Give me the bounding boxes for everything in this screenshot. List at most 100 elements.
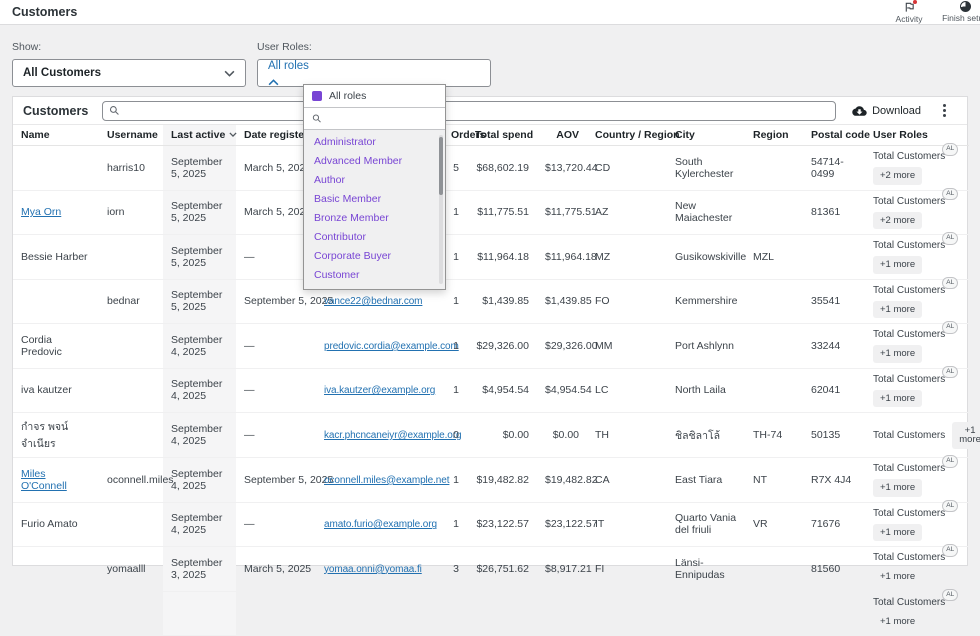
more-roles-button[interactable]: +1 more bbox=[873, 613, 922, 631]
role-option-customer[interactable]: Customer bbox=[304, 266, 445, 285]
cell-city: Quarto Vania del friuli bbox=[667, 502, 745, 547]
cell-region bbox=[745, 591, 803, 636]
cell-city: New Maiachester bbox=[667, 190, 745, 235]
cell-last-active: September 4, 2025 bbox=[163, 458, 236, 503]
role-option-contributor[interactable]: Contributor bbox=[304, 228, 445, 247]
cell-username: yomaalll bbox=[99, 547, 163, 592]
cell-email: kacr.phcncaneiyr@example.org bbox=[316, 413, 443, 458]
roles-search-input[interactable] bbox=[327, 113, 437, 124]
col-header-country[interactable]: Country / Region bbox=[587, 125, 667, 146]
role-option-author[interactable]: Author bbox=[304, 171, 445, 190]
cell-region: TH-74 bbox=[745, 413, 803, 458]
table-row: Bessie Harber September 5, 2025 — 1 $11,… bbox=[13, 235, 969, 280]
col-header-name[interactable]: Name bbox=[13, 125, 99, 146]
table-row: Total CustomersAL+1 more bbox=[13, 591, 969, 636]
role-option-administrator[interactable]: Administrator bbox=[304, 133, 445, 152]
customer-name-link[interactable]: Mya Orn bbox=[21, 206, 61, 218]
show-select[interactable]: All Customers bbox=[12, 59, 246, 87]
cell-city: South Kylerchester bbox=[667, 146, 745, 191]
email-link[interactable]: iva.kautzer@example.org bbox=[324, 385, 435, 396]
col-header-orders[interactable]: Orders bbox=[443, 125, 467, 146]
table-row: yomaalll September 3, 2025 March 5, 2025… bbox=[13, 547, 969, 592]
email-link[interactable]: vance22@bednar.com bbox=[324, 296, 422, 307]
more-roles-button[interactable]: +1 more bbox=[873, 568, 922, 586]
role-option-advanced-member[interactable]: Advanced Member bbox=[304, 152, 445, 171]
customers-card: Customers Download Name Username Last ac… bbox=[12, 96, 968, 566]
email-link[interactable]: predovic.cordia@example.com bbox=[324, 341, 459, 352]
customers-search-input[interactable] bbox=[125, 105, 829, 117]
more-roles-button[interactable]: +1 more bbox=[873, 256, 922, 274]
cell-region bbox=[745, 190, 803, 235]
col-header-username[interactable]: Username bbox=[99, 125, 163, 146]
col-header-aov[interactable]: AOV bbox=[537, 125, 587, 146]
cell-name: กำจร พจน์จำเนียร bbox=[13, 413, 99, 458]
cell-country: FI bbox=[587, 547, 667, 592]
cell-country: TH bbox=[587, 413, 667, 458]
email-link[interactable]: oconnell.miles@example.net bbox=[324, 475, 449, 486]
scrollbar-thumb[interactable] bbox=[439, 137, 443, 195]
cell-postal-code: 35541 bbox=[803, 279, 865, 324]
more-roles-button[interactable]: +1 more bbox=[952, 422, 980, 449]
role-count-badge: AL bbox=[942, 500, 958, 513]
table-row: Furio Amato September 4, 2025 — amato.fu… bbox=[13, 502, 969, 547]
cell-username bbox=[99, 324, 163, 369]
cell-name bbox=[13, 547, 99, 592]
more-roles-button[interactable]: +1 more bbox=[873, 390, 922, 408]
all-roles-option[interactable]: All roles bbox=[304, 85, 445, 108]
cell-total-spend: $11,775.51 bbox=[467, 190, 537, 235]
role-count-badge: AL bbox=[942, 589, 958, 602]
cell-username bbox=[99, 368, 163, 413]
download-button[interactable]: Download bbox=[852, 105, 921, 117]
user-roles-select[interactable]: All roles bbox=[257, 59, 491, 87]
role-option-bronze-member[interactable]: Bronze Member bbox=[304, 209, 445, 228]
cell-total-spend: $19,482.82 bbox=[467, 458, 537, 503]
col-header-total-spend[interactable]: Total spend bbox=[467, 125, 537, 146]
more-roles-button[interactable]: +1 more bbox=[873, 524, 922, 542]
notification-dot-icon bbox=[913, 0, 917, 4]
cell-user-roles: Total CustomersAL+1 more bbox=[865, 324, 969, 369]
checkbox-checked-icon[interactable] bbox=[312, 91, 322, 101]
topbar: Customers Activity Finish setup bbox=[0, 0, 980, 25]
role-option-corporate-buyer[interactable]: Corporate Buyer bbox=[304, 247, 445, 266]
cell-user-roles: Total CustomersAL+1 more bbox=[865, 591, 969, 636]
cell-region: NT bbox=[745, 458, 803, 503]
col-header-postal-code[interactable]: Postal code bbox=[803, 125, 865, 146]
cell-last-active: September 4, 2025 bbox=[163, 413, 236, 458]
more-roles-button[interactable]: +1 more bbox=[873, 479, 922, 497]
cell-user-roles: Total CustomersAL+1 more bbox=[865, 235, 969, 280]
col-header-last-active[interactable]: Last active bbox=[163, 125, 236, 146]
user-roles-filter-label: User Roles: bbox=[257, 41, 491, 53]
customers-table: Name Username Last active Date registere… bbox=[13, 125, 969, 636]
role-option-basic-member[interactable]: Basic Member bbox=[304, 190, 445, 209]
col-header-city[interactable]: City bbox=[667, 125, 745, 146]
user-roles-filter: User Roles: All roles bbox=[257, 41, 491, 87]
cell-user-roles: Total CustomersAL+2 more bbox=[865, 146, 969, 191]
finish-setup-button[interactable]: Finish setup bbox=[942, 1, 980, 24]
cell-last-active: September 4, 2025 bbox=[163, 502, 236, 547]
more-roles-button[interactable]: +1 more bbox=[873, 301, 922, 319]
customer-name-link[interactable]: Miles O'Connell bbox=[21, 468, 67, 492]
sort-desc-icon bbox=[229, 132, 237, 137]
email-link[interactable]: yomaa.onni@yomaa.fi bbox=[324, 564, 422, 575]
cell-user-roles: Total CustomersAL+1 more bbox=[865, 458, 969, 503]
more-roles-button[interactable]: +2 more bbox=[873, 167, 922, 185]
cell-postal-code: 81560 bbox=[803, 547, 865, 592]
col-header-region[interactable]: Region bbox=[745, 125, 803, 146]
email-link[interactable]: kacr.phcncaneiyr@example.org bbox=[324, 430, 461, 441]
filters-row: Show: All Customers User Roles: All role… bbox=[0, 25, 980, 87]
cell-last-active: September 5, 2025 bbox=[163, 190, 236, 235]
cell-city: Port Ashlynn bbox=[667, 324, 745, 369]
cell-aov: $11,964.18 bbox=[537, 235, 587, 280]
cell-country bbox=[587, 591, 667, 636]
more-roles-button[interactable]: +2 more bbox=[873, 212, 922, 230]
more-roles-button[interactable]: +1 more bbox=[873, 345, 922, 363]
cell-total-spend: $0.00 bbox=[467, 413, 537, 458]
activity-button[interactable]: Activity bbox=[886, 1, 932, 24]
cell-region bbox=[745, 146, 803, 191]
cell-city: Länsi-Ennipudas bbox=[667, 547, 745, 592]
email-link[interactable]: amato.furio@example.org bbox=[324, 519, 437, 530]
cell-email: iva.kautzer@example.org bbox=[316, 368, 443, 413]
cell-orders: 1 bbox=[443, 368, 467, 413]
cell-last-active: September 5, 2025 bbox=[163, 235, 236, 280]
more-options-button[interactable] bbox=[937, 103, 951, 119]
